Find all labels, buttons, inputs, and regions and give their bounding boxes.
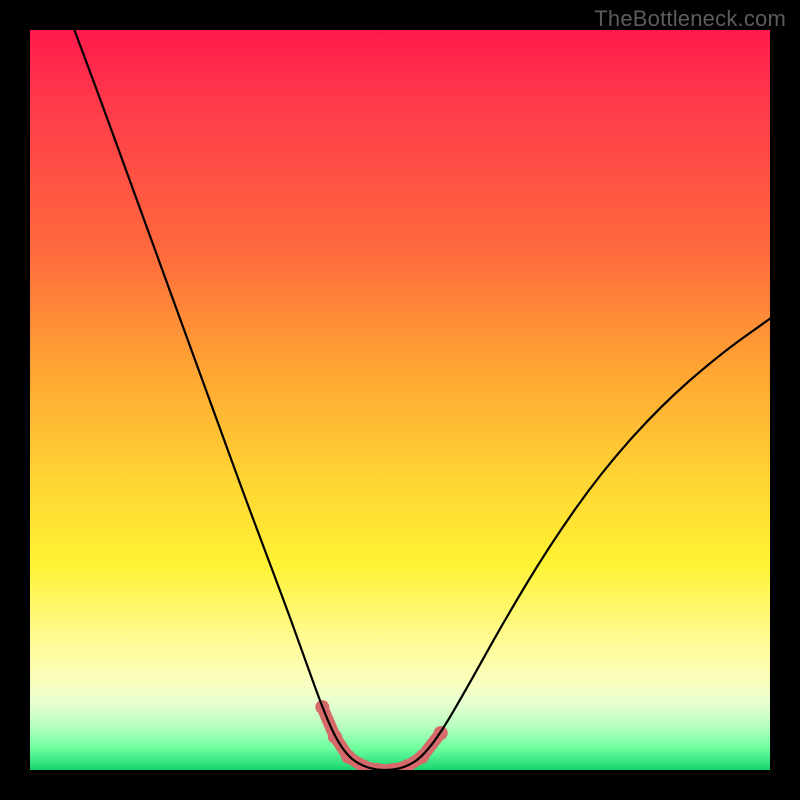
chart-svg bbox=[30, 30, 770, 770]
watermark-text: TheBottleneck.com bbox=[594, 6, 786, 32]
bottleneck-curve bbox=[74, 30, 770, 770]
plot-area bbox=[30, 30, 770, 770]
chart-frame: TheBottleneck.com bbox=[0, 0, 800, 800]
